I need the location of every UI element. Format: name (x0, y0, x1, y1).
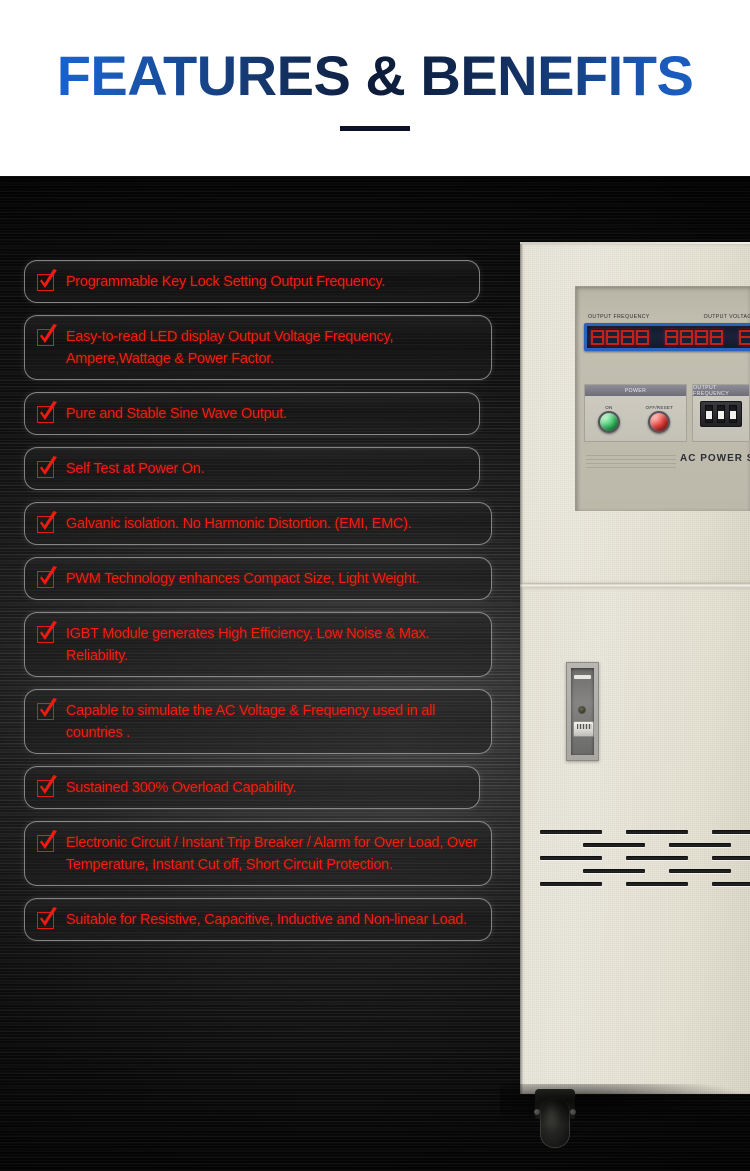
vent-slot (712, 830, 750, 834)
power-off-reset-button[interactable] (648, 410, 671, 433)
checkmark-icon (36, 698, 57, 721)
feature-item: Easy-to-read LED display Output Voltage … (24, 315, 492, 381)
voltage-digits (665, 328, 723, 346)
feature-item: PWM Technology enhances Compact Size, Li… (24, 557, 492, 601)
checkmark-icon (36, 456, 57, 479)
power-buttons: ON OFF/RESET (585, 396, 686, 441)
feature-item: Pure and Stable Sine Wave Output. (24, 392, 480, 436)
label-output-frequency: OUTPUT FREQUENCY (588, 314, 650, 320)
dip-switch[interactable] (705, 405, 713, 423)
vent-slot (583, 843, 645, 847)
feature-text: Programmable Key Lock Setting Output Fre… (66, 274, 386, 290)
power-off-label: OFF/RESET (645, 404, 674, 410)
power-off-wrap: OFF/RESET (646, 405, 674, 433)
door-latch[interactable] (566, 662, 599, 761)
latch-handle[interactable] (573, 721, 594, 737)
checkmark-icon (36, 511, 57, 534)
vent-slot (626, 882, 688, 886)
vent-slot (583, 869, 645, 873)
seven-segment-digit (621, 328, 634, 346)
feature-text: PWM Technology enhances Compact Size, Li… (66, 571, 420, 588)
switch-row: POWER ON OFF/RESET OUTPUT FREQUENCY (584, 384, 750, 442)
dip-switch[interactable] (729, 405, 737, 423)
feature-item: Electronic Circuit / Instant Trip Breake… (24, 821, 492, 887)
brand-decorative-lines (586, 455, 676, 469)
content-area: Programmable Key Lock Setting Output Fre… (0, 176, 750, 1171)
checkmark-icon (36, 269, 57, 292)
feature-text: Galvanic isolation. No Harmonic Distorti… (66, 516, 412, 533)
led-display-bezel (584, 323, 750, 351)
latch-recess (571, 668, 594, 755)
power-section: POWER ON OFF/RESET (584, 384, 687, 442)
feature-item: Galvanic isolation. No Harmonic Distorti… (24, 502, 492, 546)
seven-segment-digit (680, 328, 693, 346)
power-on-wrap: ON (597, 404, 620, 433)
extra-digits (739, 328, 750, 346)
checkmark-icon (36, 324, 57, 347)
power-on-label: ON (605, 404, 613, 410)
dip-switch-housing (700, 401, 742, 427)
frequency-digits (591, 328, 649, 346)
checkmark-icon (36, 566, 57, 589)
dip-switch[interactable] (717, 405, 725, 423)
seven-segment-digit (665, 328, 678, 346)
machine-left-edge-shading (520, 244, 523, 1094)
led-display-screen (587, 326, 750, 348)
output-frequency-header: OUTPUT FREQUENCY (693, 385, 749, 397)
seven-segment-digit (606, 328, 619, 346)
seven-segment-digit (636, 328, 649, 346)
feature-text: IGBT Module generates High Efficiency, L… (66, 626, 430, 665)
feature-item: Sustained 300% Overload Capability. (24, 766, 480, 810)
seven-segment-digit (710, 328, 723, 346)
title-underline (340, 126, 410, 131)
feature-list: Programmable Key Lock Setting Output Fre… (24, 260, 492, 953)
seven-segment-digit (695, 328, 708, 346)
latch-slot (574, 675, 591, 679)
checkmark-icon (36, 401, 57, 424)
vent-slot (626, 856, 688, 860)
checkmark-icon (36, 775, 57, 798)
vent-slot (669, 843, 731, 847)
feature-text: Self Test at Power On. (66, 461, 205, 478)
feature-item: Capable to simulate the AC Voltage & Fre… (24, 689, 492, 755)
label-output-voltage: OUTPUT VOLTAGE (703, 314, 750, 320)
vent-slot (712, 856, 750, 860)
vent-slot (712, 882, 750, 886)
feature-text: Sustained 300% Overload Capability. (66, 780, 297, 797)
power-section-header: POWER (585, 385, 686, 396)
feature-text: Suitable for Resistive, Capacitive, Indu… (66, 912, 468, 929)
vent-slot (540, 830, 602, 834)
vent-slot (626, 830, 688, 834)
power-on-button[interactable] (597, 410, 620, 433)
control-panel: OUTPUT FREQUENCY OUTPUT VOLTAGE (575, 286, 750, 511)
checkmark-icon (36, 907, 57, 930)
feature-text: Easy-to-read LED display Output Voltage … (66, 329, 394, 368)
vent-slot (540, 856, 602, 860)
seven-segment-digit (591, 328, 604, 346)
ventilation-slots (530, 830, 750, 898)
machine-floor-shadow (500, 1084, 750, 1124)
keyhole-icon[interactable] (578, 706, 586, 714)
feature-text: Pure and Stable Sine Wave Output. (66, 406, 287, 423)
checkmark-icon (36, 621, 57, 644)
feature-item: Programmable Key Lock Setting Output Fre… (24, 260, 480, 304)
led-display-labels: OUTPUT FREQUENCY OUTPUT VOLTAGE (588, 314, 750, 320)
seven-segment-digit (739, 328, 750, 346)
feature-text: Capable to simulate the AC Voltage & Fre… (66, 703, 436, 742)
vent-slot (669, 869, 731, 873)
page-header: FEATURES & BENEFITS (0, 0, 750, 176)
page-title: FEATURES & BENEFITS (0, 48, 750, 104)
feature-item: Self Test at Power On. (24, 447, 480, 491)
vent-slot (540, 882, 602, 886)
output-frequency-section: OUTPUT FREQUENCY (692, 384, 750, 442)
checkmark-icon (36, 830, 57, 853)
feature-item: IGBT Module generates High Efficiency, L… (24, 612, 492, 678)
brand-text: AC POWER SOURCE (680, 453, 750, 464)
feature-item: Suitable for Resistive, Capacitive, Indu… (24, 898, 492, 942)
feature-text: Electronic Circuit / Instant Trip Breake… (66, 835, 478, 874)
ac-power-source-machine: OUTPUT FREQUENCY OUTPUT VOLTAGE (520, 242, 750, 1148)
